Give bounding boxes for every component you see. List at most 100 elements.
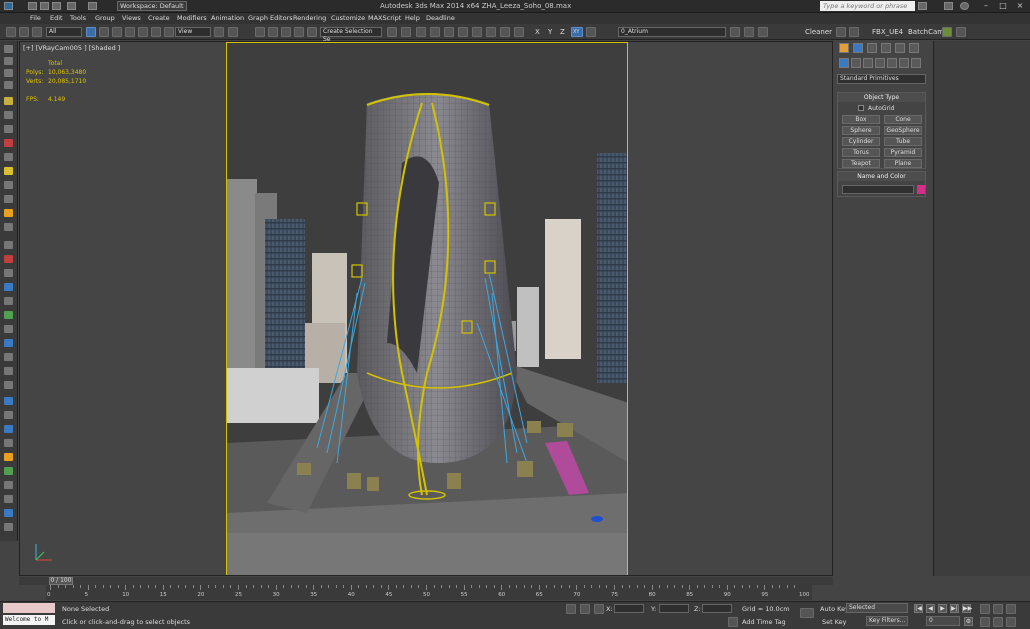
menu-create[interactable]: Create: [148, 14, 170, 22]
create-tab-icon[interactable]: [839, 43, 849, 53]
hierarchy-tab-icon[interactable]: [867, 43, 877, 53]
menu-maxscript[interactable]: MAXScript: [368, 14, 401, 22]
cone-button[interactable]: Cone: [884, 115, 922, 124]
tool-icon-3[interactable]: [4, 69, 13, 77]
isolate-icon[interactable]: [580, 604, 590, 614]
layer-find-icon[interactable]: [758, 27, 768, 37]
search-input[interactable]: Type a keyword or phrase: [820, 1, 915, 11]
tool-icon-8[interactable]: [4, 139, 13, 147]
geosphere-button[interactable]: GeoSphere: [884, 126, 922, 135]
modify-tab-icon[interactable]: [853, 43, 863, 53]
rect-selection-icon[interactable]: [112, 27, 122, 37]
material-editor-icon[interactable]: [472, 27, 482, 37]
tool-icon-34[interactable]: [4, 509, 13, 517]
tube-button[interactable]: Tube: [884, 137, 922, 146]
tool-icon-22[interactable]: [4, 339, 13, 347]
geometry-icon[interactable]: [839, 58, 849, 68]
curve-editor-icon[interactable]: [444, 27, 454, 37]
tool-icon-12[interactable]: [4, 195, 13, 203]
tool-icon-29[interactable]: [4, 439, 13, 447]
select-manipulate-icon[interactable]: [228, 27, 238, 37]
prev-frame-icon[interactable]: ◀: [926, 604, 935, 613]
tool-icon-23[interactable]: [4, 353, 13, 361]
x-coordinate-field[interactable]: [614, 604, 644, 613]
teapot-button[interactable]: Teapot: [842, 159, 880, 168]
mirror-icon[interactable]: [387, 27, 397, 37]
fov-icon[interactable]: [980, 617, 990, 627]
scale-icon[interactable]: [164, 27, 174, 37]
zoom-extents-icon[interactable]: [1006, 604, 1016, 614]
time-slider[interactable]: 0 / 100: [19, 577, 833, 585]
plugin-icon[interactable]: [942, 27, 952, 37]
goto-start-icon[interactable]: |◀: [914, 604, 923, 613]
window-crossing-icon[interactable]: [125, 27, 135, 37]
next-frame-icon[interactable]: ▶|: [950, 604, 959, 613]
cleaner-icon[interactable]: [836, 27, 846, 37]
pivot-center-icon[interactable]: [214, 27, 224, 37]
play-icon[interactable]: ▶: [938, 604, 947, 613]
tool-icon-14[interactable]: [4, 223, 13, 231]
pyramid-button[interactable]: Pyramid: [884, 148, 922, 157]
menu-help[interactable]: Help: [405, 14, 420, 22]
plane-button[interactable]: Plane: [884, 159, 922, 168]
tool-icon-32[interactable]: [4, 481, 13, 489]
menu-modifiers[interactable]: Modifiers: [177, 14, 207, 22]
trackbar[interactable]: 0 5 10 15 20 25 30 35 40 45 50 55 60 65 70 75 80 85 90 95 10…: [46, 585, 812, 600]
key-mode-dropdown[interactable]: Selected: [846, 603, 908, 613]
tool-icon-19[interactable]: [4, 297, 13, 305]
cleaner-options-icon[interactable]: [849, 27, 859, 37]
y-coordinate-field[interactable]: [659, 604, 689, 613]
object-name-field[interactable]: [842, 185, 914, 194]
new-file-icon[interactable]: [28, 2, 37, 10]
schematic-view-icon[interactable]: [458, 27, 468, 37]
move-icon[interactable]: [138, 27, 148, 37]
tool-icon-2[interactable]: [4, 57, 13, 65]
set-key-button[interactable]: Set Key: [822, 618, 847, 626]
tool-icon-15[interactable]: [4, 241, 13, 249]
tool-icon-21[interactable]: [4, 325, 13, 333]
axis-y-button[interactable]: Y: [548, 28, 552, 36]
tool-icon-28[interactable]: [4, 425, 13, 433]
autogrid-checkbox[interactable]: [858, 105, 864, 111]
snaps-toggle-icon[interactable]: [255, 27, 265, 37]
tool-icon-5[interactable]: [4, 97, 13, 105]
shapes-icon[interactable]: [851, 58, 861, 68]
axis-z-button[interactable]: Z: [560, 28, 565, 36]
time-slider-thumb[interactable]: 0 / 100: [49, 577, 73, 585]
cleaner-button[interactable]: Cleaner: [805, 28, 832, 36]
systems-icon[interactable]: [911, 58, 921, 68]
menu-tools[interactable]: Tools: [70, 14, 86, 22]
object-type-header[interactable]: Object Type: [838, 93, 925, 102]
tool-icon-1[interactable]: [4, 45, 13, 53]
star-icon[interactable]: [944, 2, 953, 10]
menu-rendering[interactable]: Rendering: [293, 14, 326, 22]
named-selection-dropdown[interactable]: Create Selection Se: [320, 27, 382, 43]
menu-file[interactable]: File: [30, 14, 41, 22]
orbit-icon[interactable]: [1006, 617, 1016, 627]
help-icon[interactable]: [960, 2, 969, 10]
bind-spacewarp-icon[interactable]: [32, 27, 42, 37]
tool-icon-6[interactable]: [4, 111, 13, 119]
key-filters-button[interactable]: Key Filters...: [866, 616, 908, 626]
menu-customize[interactable]: Customize: [331, 14, 365, 22]
object-color-swatch[interactable]: [917, 185, 925, 194]
tool-icon-18[interactable]: [4, 283, 13, 291]
layer-manager-icon[interactable]: [416, 27, 426, 37]
tool-icon-35[interactable]: [4, 523, 13, 531]
zoom-icon[interactable]: [980, 604, 990, 614]
render-production-icon[interactable]: [514, 27, 524, 37]
batchcam-button[interactable]: BatchCam: [908, 28, 944, 36]
maxscript-welcome[interactable]: Welcome to M: [3, 615, 55, 625]
tool-icon-24[interactable]: [4, 367, 13, 375]
workspace-dropdown[interactable]: Workspace: Default: [117, 1, 187, 11]
box-button[interactable]: Box: [842, 115, 880, 124]
add-time-tag[interactable]: Add Time Tag: [742, 618, 786, 626]
perspective-viewport[interactable]: [+] [VRayCam005 ] [Shaded ] Total Polys:…: [19, 41, 833, 576]
tool-icon-10[interactable]: [4, 167, 13, 175]
motion-tab-icon[interactable]: [881, 43, 891, 53]
layer-add-icon[interactable]: [730, 27, 740, 37]
menu-animation[interactable]: Animation: [211, 14, 244, 22]
redo-icon[interactable]: [88, 2, 97, 10]
select-object-icon[interactable]: [86, 27, 96, 37]
torus-button[interactable]: Torus: [842, 148, 880, 157]
